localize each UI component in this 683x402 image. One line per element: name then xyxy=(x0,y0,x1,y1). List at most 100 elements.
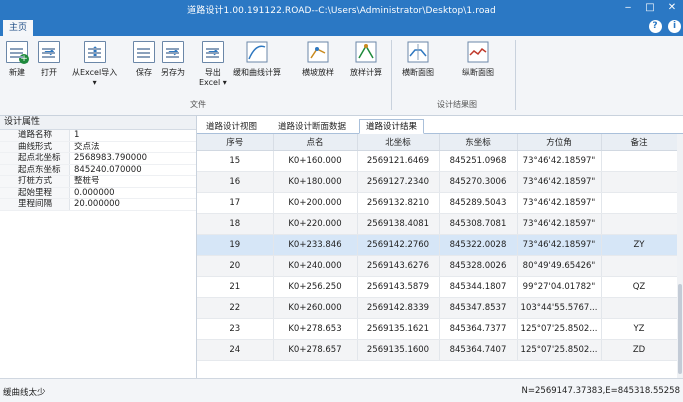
table-cell[interactable]: 17 xyxy=(197,192,274,214)
table-cell[interactable]: YZ xyxy=(601,318,678,340)
table-cell[interactable]: 103°44'55.5767... xyxy=(517,297,602,319)
table-cell[interactable]: 845347.8537 xyxy=(439,297,518,319)
table-cell[interactable]: K0+240.000 xyxy=(273,255,358,277)
table-cell[interactable]: K0+200.000 xyxy=(273,192,358,214)
table-cell[interactable]: 845328.0026 xyxy=(439,255,518,277)
table-cell[interactable] xyxy=(601,255,678,277)
table-cell[interactable]: 2569142.2760 xyxy=(357,234,440,256)
property-row[interactable]: 曲线形式 交点法 xyxy=(0,141,196,153)
property-value[interactable]: 交点法 xyxy=(70,142,100,153)
export-excel-button[interactable]: ➜ 导出 Excel ▾ xyxy=(199,41,227,87)
minimize-button[interactable]: ‒ xyxy=(617,0,639,18)
table-cell[interactable]: 2569121.6469 xyxy=(357,150,440,172)
table-row[interactable]: 16 K0+180.000 2569127.2340 845270.3006 73°46… xyxy=(197,171,678,193)
table-cell[interactable]: 125°07'25.8502... xyxy=(517,318,602,340)
table-cell[interactable] xyxy=(601,150,678,172)
table-cell[interactable]: 2569142.8339 xyxy=(357,297,440,319)
table-cell[interactable]: 73°46'42.18597" xyxy=(517,192,602,214)
table-cell[interactable]: 73°46'42.18597" xyxy=(517,234,602,256)
table-cell[interactable]: 845270.3006 xyxy=(439,171,518,193)
help-icon[interactable]: ? xyxy=(648,20,662,33)
table-cell[interactable]: 80°49'49.65426" xyxy=(517,255,602,277)
column-header[interactable]: 东坐标 xyxy=(439,134,518,151)
table-scrollbar[interactable] xyxy=(677,134,683,378)
table-cell[interactable]: 16 xyxy=(197,171,274,193)
table-row[interactable]: 19 K0+233.846 2569142.2760 845322.0028 73°46… xyxy=(197,234,678,256)
property-row[interactable]: 起点北坐标 2568983.790000 xyxy=(0,153,196,165)
property-value[interactable]: 1 xyxy=(70,130,79,141)
table-row[interactable]: 17 K0+200.000 2569132.8210 845289.5043 73°46… xyxy=(197,192,678,214)
table-cell[interactable]: K0+278.657 xyxy=(273,339,358,361)
cross-section-button[interactable]: 横断面图 xyxy=(402,41,434,78)
transition-curve-button[interactable]: 缓和曲线计算 xyxy=(233,41,281,78)
table-cell[interactable]: 2569132.8210 xyxy=(357,192,440,214)
table-cell[interactable]: 2569138.4081 xyxy=(357,213,440,235)
table-cell[interactable]: 2569143.6276 xyxy=(357,255,440,277)
table-cell[interactable]: 19 xyxy=(197,234,274,256)
column-header[interactable]: 北坐标 xyxy=(357,134,440,151)
table-cell[interactable]: 2569135.1621 xyxy=(357,318,440,340)
table-cell[interactable] xyxy=(601,192,678,214)
open-button[interactable]: ➜ 打开 xyxy=(38,41,60,78)
property-value[interactable]: 2568983.790000 xyxy=(70,153,147,164)
column-header[interactable]: 备注 xyxy=(601,134,678,151)
table-cell[interactable]: K0+220.000 xyxy=(273,213,358,235)
table-cell[interactable]: K0+260.000 xyxy=(273,297,358,319)
table-cell[interactable]: 2569127.2340 xyxy=(357,171,440,193)
table-cell[interactable]: K0+256.250 xyxy=(273,276,358,298)
table-cell[interactable]: 18 xyxy=(197,213,274,235)
table-row[interactable]: 20 K0+240.000 2569143.6276 845328.0026 80°49… xyxy=(197,255,678,277)
table-cell[interactable]: 21 xyxy=(197,276,274,298)
column-header[interactable]: 方位角 xyxy=(517,134,602,151)
table-cell[interactable]: 20 xyxy=(197,255,274,277)
table-cell[interactable]: 73°46'42.18597" xyxy=(517,171,602,193)
table-cell[interactable]: 845364.7407 xyxy=(439,339,518,361)
table-cell[interactable]: 845364.7377 xyxy=(439,318,518,340)
property-value[interactable]: 整桩号 xyxy=(70,176,100,187)
property-row[interactable]: 打桩方式 整桩号 xyxy=(0,176,196,188)
tab-design-view[interactable]: 道路设计视图 xyxy=(199,119,264,134)
table-cell[interactable]: QZ xyxy=(601,276,678,298)
table-cell[interactable]: 2569135.1600 xyxy=(357,339,440,361)
stakeout-calc-button[interactable]: 放样计算 xyxy=(350,41,382,78)
table-cell[interactable]: ZY xyxy=(601,234,678,256)
property-row[interactable]: 道路名称 1 xyxy=(0,130,196,142)
table-cell[interactable]: ZD xyxy=(601,339,678,361)
table-cell[interactable]: 125°07'25.8502... xyxy=(517,339,602,361)
info-icon[interactable]: i xyxy=(668,20,681,33)
tab-design-results[interactable]: 道路设计结果 xyxy=(359,119,425,134)
import-excel-button[interactable]: ⬆ 从Excel导入 ▾ xyxy=(72,41,117,87)
column-header[interactable]: 点名 xyxy=(273,134,358,151)
table-cell[interactable]: 15 xyxy=(197,150,274,172)
table-row[interactable]: 21 K0+256.250 2569143.5879 845344.1807 99°27… xyxy=(197,276,678,298)
table-cell[interactable]: 845322.0028 xyxy=(439,234,518,256)
table-cell[interactable]: K0+278.653 xyxy=(273,318,358,340)
property-row[interactable]: 起点东坐标 845240.070000 xyxy=(0,164,196,176)
save-as-button[interactable]: ➜ 另存为 xyxy=(161,41,185,78)
close-button[interactable]: ✕ xyxy=(661,0,683,18)
table-cell[interactable]: 99°27'04.01782" xyxy=(517,276,602,298)
table-row[interactable]: 22 K0+260.000 2569142.8339 845347.8537 103°4… xyxy=(197,297,678,319)
table-cell[interactable]: 2569143.5879 xyxy=(357,276,440,298)
table-cell[interactable]: 73°46'42.18597" xyxy=(517,150,602,172)
table-cell[interactable]: K0+233.846 xyxy=(273,234,358,256)
property-row[interactable]: 起始里程 0.000000 xyxy=(0,187,196,199)
table-cell[interactable]: 845251.0968 xyxy=(439,150,518,172)
tab-home[interactable]: 主页 xyxy=(3,20,34,36)
property-value[interactable]: 0.000000 xyxy=(70,188,115,199)
table-row[interactable]: 23 K0+278.653 2569135.1621 845364.7377 125°0… xyxy=(197,318,678,340)
profile-button[interactable]: 纵断面图 xyxy=(462,41,494,78)
property-row[interactable]: 里程间隔 20.000000 xyxy=(0,199,196,211)
table-cell[interactable]: K0+180.000 xyxy=(273,171,358,193)
table-cell[interactable]: K0+160.000 xyxy=(273,150,358,172)
table-cell[interactable]: 845308.7081 xyxy=(439,213,518,235)
table-cell[interactable]: 22 xyxy=(197,297,274,319)
table-cell[interactable]: 24 xyxy=(197,339,274,361)
property-value[interactable]: 20.000000 xyxy=(70,199,120,210)
tab-section-data[interactable]: 道路设计断面数据 xyxy=(271,119,353,134)
table-row[interactable]: 24 K0+278.657 2569135.1600 845364.7407 125°0… xyxy=(197,339,678,361)
new-button[interactable]: + 新建 xyxy=(6,41,29,78)
maximize-button[interactable]: □ xyxy=(639,0,661,18)
table-row[interactable]: 15 K0+160.000 2569121.6469 845251.0968 73°46… xyxy=(197,150,678,172)
scrollbar-thumb[interactable] xyxy=(678,284,682,374)
